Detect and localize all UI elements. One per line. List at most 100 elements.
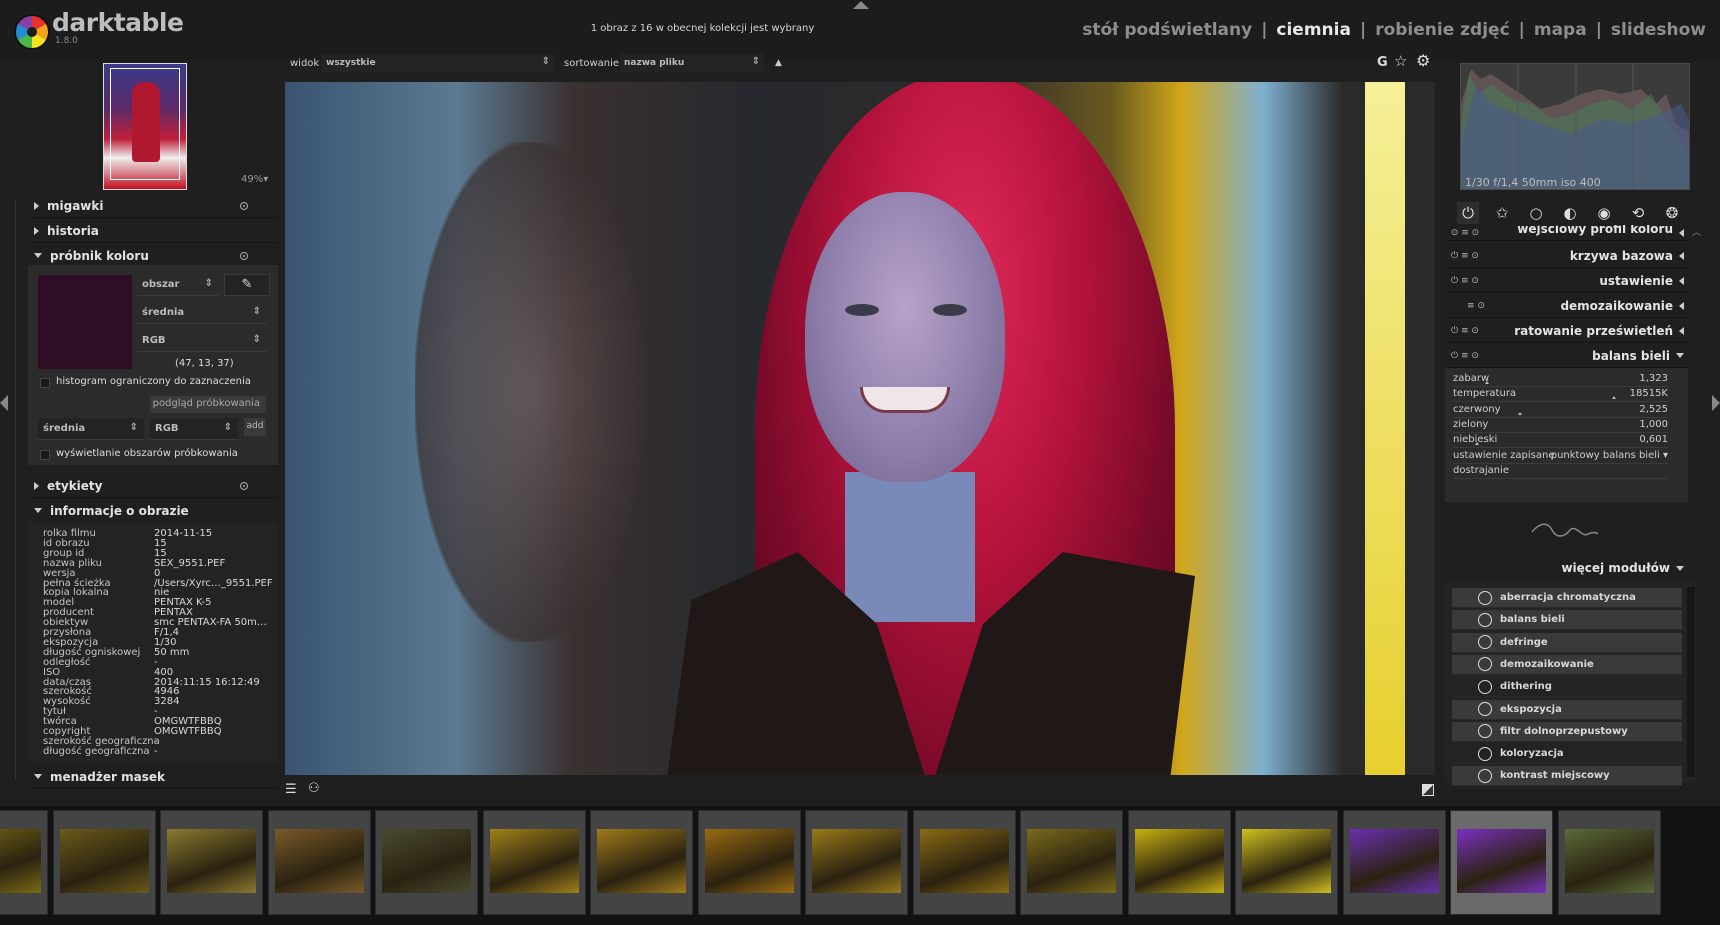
group-color-icon[interactable]: ◉: [1593, 202, 1615, 224]
sort-direction-toggle[interactable]: ▲: [775, 58, 782, 68]
white-balance-slider[interactable]: niebieski 0,601: [1453, 434, 1668, 449]
more-modules-item[interactable]: balans bieli: [1452, 610, 1682, 631]
slider-marker[interactable]: [1612, 396, 1617, 400]
module-icons[interactable]: ⊙ ≡ ⊙: [1445, 228, 1485, 238]
color-picker-stat-select[interactable]: średnia: [137, 302, 267, 324]
module-base-curve[interactable]: ⏻ ≡ ⊙ krzywa bazowa: [1445, 244, 1688, 268]
filmstrip-thumbnail[interactable]: [1557, 810, 1661, 915]
show-sample-areas-checkbox[interactable]: [40, 450, 50, 460]
filmstrip-thumbnail[interactable]: [1342, 810, 1446, 915]
white-balance-slider[interactable]: zielony 1,000: [1453, 419, 1668, 433]
add-sample-button[interactable]: add: [244, 418, 266, 436]
group-effect-icon[interactable]: ❂: [1661, 202, 1683, 224]
white-balance-slider[interactable]: zabarw 1,323: [1453, 373, 1668, 387]
filmstrip-thumbnail[interactable]: [1127, 810, 1231, 915]
view-filter-select[interactable]: wszystkie: [322, 54, 554, 72]
white-balance-slider[interactable]: dostrajanie: [1453, 465, 1668, 479]
filmstrip-thumbnail[interactable]: [805, 810, 908, 915]
view-tethering[interactable]: robienie zdjęć: [1375, 20, 1509, 40]
more-modules-item[interactable]: dithering: [1452, 677, 1682, 698]
main-image[interactable]: [285, 82, 1435, 775]
module-icons[interactable]: ≡ ⊙: [1445, 301, 1485, 311]
group-basic-icon[interactable]: ○: [1525, 202, 1547, 224]
module-mask-manager[interactable]: menadżer masek: [28, 765, 278, 789]
color-picker-colorspace-select[interactable]: RGB: [137, 330, 267, 352]
filmstrip-thumbnail[interactable]: [482, 810, 586, 915]
filmstrip-thumbnail[interactable]: [1020, 810, 1123, 915]
module-image-info[interactable]: informacje o obrazie: [28, 499, 278, 523]
slider-marker[interactable]: [1474, 442, 1479, 446]
eyedropper-icon[interactable]: ✎: [224, 274, 270, 296]
navigation-thumbnail[interactable]: [103, 63, 187, 190]
more-modules-item[interactable]: kontrast miejscowy: [1452, 766, 1682, 787]
collapse-right-panel-icon[interactable]: [1712, 395, 1720, 411]
slider-marker[interactable]: [1517, 411, 1522, 415]
module-tags[interactable]: etykiety: [28, 474, 278, 498]
collapse-top-panel-icon[interactable]: [853, 1, 869, 9]
module-input-color-profile[interactable]: ⊙ ≡ ⊙ wejściowy profil koloru: [1445, 225, 1688, 241]
filmstrip-thumbnail[interactable]: [590, 810, 693, 915]
sample-preview-button[interactable]: podgląd próbkowania: [150, 396, 266, 413]
grouping-toggle[interactable]: G: [1377, 55, 1388, 70]
filmstrip-thumbnail[interactable]: [1450, 810, 1553, 915]
collapse-left-panel-icon[interactable]: [0, 395, 8, 411]
module-icons[interactable]: ⏻ ≡ ⊙: [1445, 326, 1485, 336]
filmstrip-thumbnail[interactable]: [697, 810, 801, 915]
filmstrip-thumbnail[interactable]: [1235, 810, 1338, 915]
group-active-modules-icon[interactable]: ⏻: [1457, 202, 1479, 224]
module-orientation[interactable]: ⏻ ≡ ⊙ ustawienie: [1445, 269, 1688, 293]
module-history[interactable]: historia: [28, 219, 278, 243]
view-darkroom[interactable]: ciemnia: [1276, 20, 1351, 40]
view-slideshow[interactable]: slideshow: [1611, 20, 1706, 40]
filmstrip-thumbnail[interactable]: [52, 810, 156, 915]
module-snapshots[interactable]: migawki: [28, 194, 278, 218]
color-picker-mode-select[interactable]: obszar: [137, 274, 219, 296]
styles-icon[interactable]: ⚇: [308, 781, 320, 796]
group-tone-icon[interactable]: ◐: [1559, 202, 1581, 224]
star-icon[interactable]: ☆: [1394, 52, 1407, 70]
more-modules-item[interactable]: filtr dolnoprzepustowy: [1452, 721, 1682, 742]
more-modules-item[interactable]: ekspozycja: [1452, 699, 1682, 720]
overexposed-toggle-icon[interactable]: [1422, 784, 1434, 796]
module-icons[interactable]: ⏻ ≡ ⊙: [1445, 251, 1485, 261]
view-lighttable[interactable]: stół podświetlany: [1082, 20, 1252, 40]
view-switcher: stół podświetlany | ciemnia | robienie zdj…: [1082, 20, 1706, 40]
histogram[interactable]: [1460, 63, 1690, 190]
sample-stat-select[interactable]: średnia: [38, 418, 144, 440]
reset-icon[interactable]: [240, 251, 248, 260]
left-panel-scrollbar[interactable]: [15, 200, 23, 780]
module-white-balance[interactable]: ⏻ ≡ ⊙ balans bieli: [1445, 344, 1688, 368]
module-icons[interactable]: ⏻ ≡ ⊙: [1445, 276, 1485, 286]
sort-select[interactable]: nazwa pliku: [620, 54, 764, 72]
more-modules-item[interactable]: koloryzacja: [1452, 744, 1682, 765]
reset-icon[interactable]: [240, 481, 248, 490]
white-balance-slider[interactable]: temperatura 18515K: [1453, 388, 1668, 403]
module-demosaic[interactable]: ≡ ⊙ demozaikowanie: [1445, 294, 1688, 318]
zoom-level[interactable]: 49%▾: [241, 174, 268, 185]
filmstrip-thumbnail[interactable]: [267, 810, 371, 915]
more-modules-item[interactable]: demozaikowanie: [1452, 654, 1682, 675]
navigation-zoom-rectangle[interactable]: [110, 68, 180, 180]
histogram-restrict-checkbox[interactable]: [40, 378, 50, 388]
more-modules-item[interactable]: defringe: [1452, 632, 1682, 653]
reset-icon[interactable]: [240, 201, 248, 210]
more-modules-header[interactable]: więcej modułów: [1445, 557, 1688, 579]
module-icons[interactable]: ⏻ ≡ ⊙: [1445, 351, 1485, 361]
module-highlight-reconstruction[interactable]: ⏻ ≡ ⊙ ratowanie prześwietleń: [1445, 319, 1688, 343]
more-modules-scrollbar[interactable]: [1687, 587, 1695, 777]
group-favorites-icon[interactable]: ✩: [1491, 202, 1513, 224]
menu-icon[interactable]: ☰: [285, 782, 297, 797]
filmstrip-thumbnail[interactable]: [912, 810, 1016, 915]
more-modules-item[interactable]: aberracja chromatyczna: [1452, 588, 1682, 608]
slider-marker[interactable]: [1485, 381, 1490, 384]
filmstrip-thumbnail[interactable]: [160, 810, 263, 915]
white-balance-slider[interactable]: czerwony 2,525: [1453, 404, 1668, 418]
filmstrip-thumbnail[interactable]: [0, 810, 48, 915]
filmstrip-thumbnail[interactable]: [375, 810, 478, 915]
sample-colorspace-select[interactable]: RGB: [150, 418, 238, 440]
gear-icon[interactable]: ⚙: [1416, 51, 1430, 70]
group-correct-icon[interactable]: ⟲: [1627, 202, 1649, 224]
right-panel-scroll-up-icon[interactable]: ︿: [1692, 225, 1701, 245]
white-balance-slider[interactable]: ustawienie zapisane punktowy balans bieli…: [1453, 450, 1668, 464]
view-map[interactable]: mapa: [1534, 20, 1587, 40]
